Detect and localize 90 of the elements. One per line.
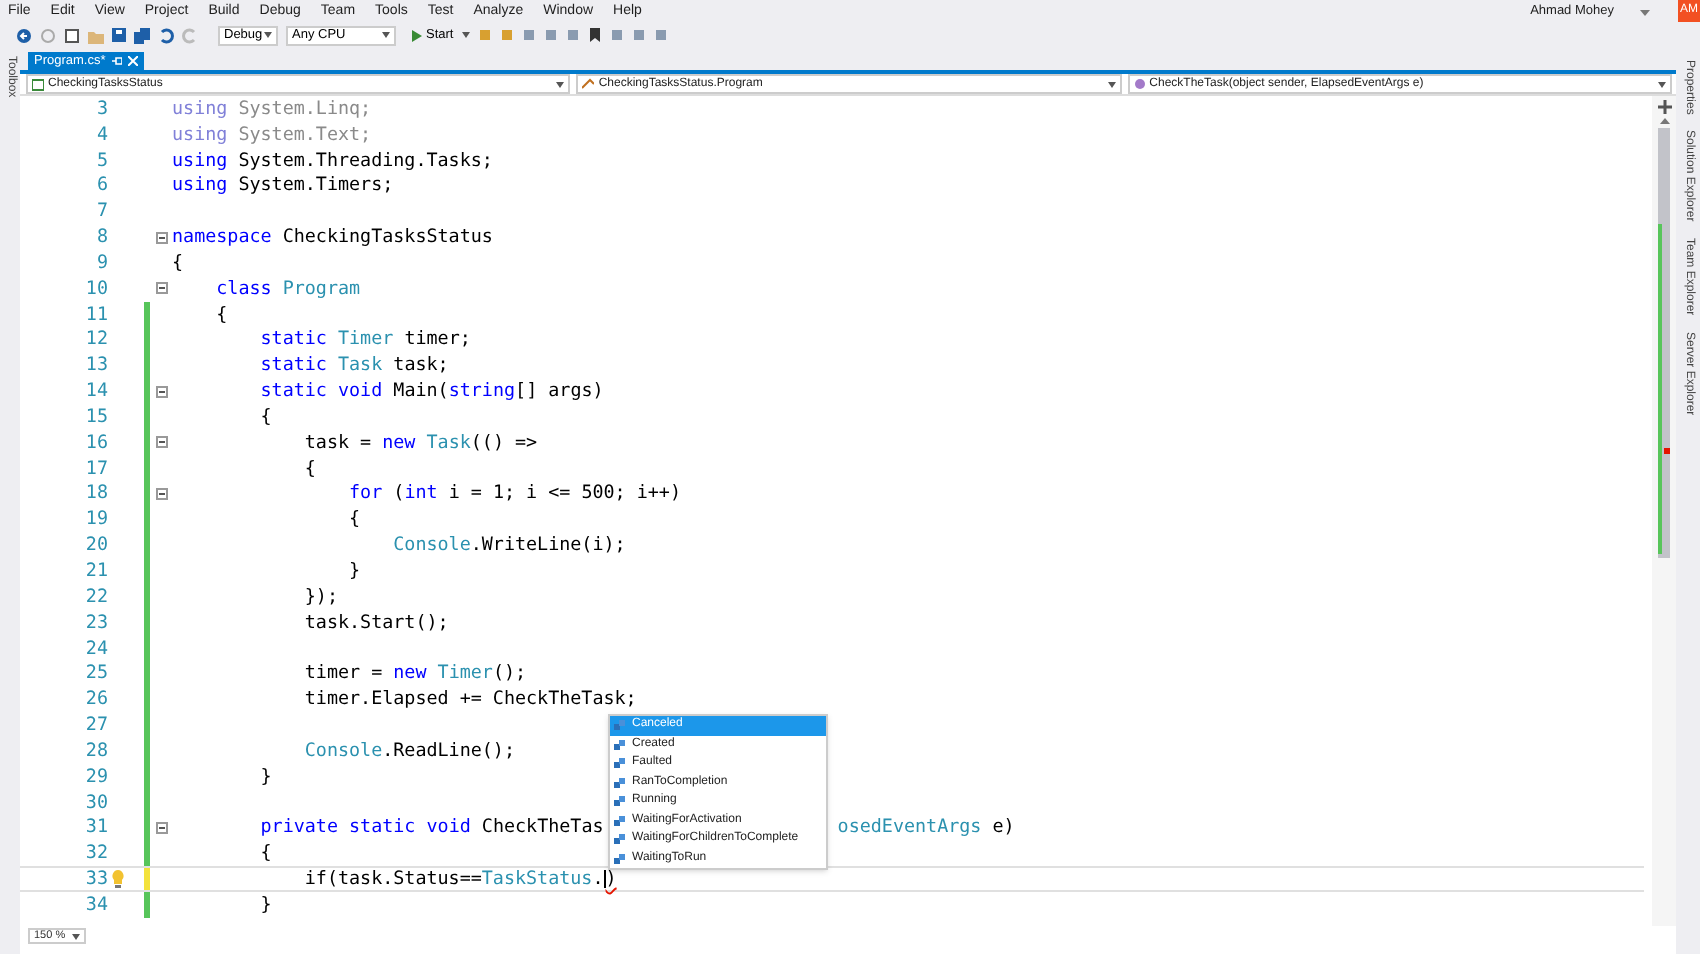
error-marker: [1664, 448, 1670, 454]
line-number: 33: [85, 870, 108, 889]
line-number: 8: [96, 228, 108, 247]
line-number: 6: [96, 176, 108, 196]
scrollbar-thumb[interactable]: [1658, 128, 1670, 558]
code-line: timer = new Timer();: [302, 664, 527, 684]
caret-icon[interactable]: [461, 32, 470, 38]
undo-icon[interactable]: [158, 27, 174, 43]
line-number: 3: [96, 99, 108, 119]
line-number: 14: [85, 382, 108, 401]
code-line: namespace CheckingTasksStatus: [172, 228, 493, 247]
line-number: 15: [85, 407, 108, 427]
line-number: 30: [85, 793, 108, 812]
code-line: }: [258, 767, 272, 786]
line-number: 18: [85, 484, 108, 504]
caret-icon: [382, 32, 390, 38]
line-number: 24: [85, 639, 108, 658]
caret-icon[interactable]: [1640, 7, 1650, 15]
save-all-icon[interactable]: [134, 27, 150, 43]
line-number: 22: [85, 587, 108, 607]
caret-icon: [1107, 81, 1116, 87]
collapse-icon[interactable]: [155, 282, 167, 295]
collapse-icon[interactable]: [155, 436, 167, 449]
code-line: static Task task;: [258, 356, 449, 375]
caret-icon: [1657, 81, 1666, 87]
close-icon[interactable]: [127, 56, 138, 66]
collapse-icon[interactable]: [155, 822, 167, 835]
line-number: 7: [96, 202, 108, 221]
collapse-icon[interactable]: [155, 385, 167, 398]
code-line: using System.Linq;: [172, 99, 372, 119]
line-number: 21: [85, 562, 108, 581]
line-number: 34: [85, 895, 108, 915]
lightbulb-icon[interactable]: [112, 870, 124, 889]
line-number: 20: [85, 536, 108, 555]
line-number: 13: [85, 356, 108, 375]
code-line: using System.Text;: [172, 125, 372, 144]
line-number: 10: [85, 279, 108, 298]
code-line: static Timer timer;: [258, 330, 471, 350]
code-line: });: [302, 587, 338, 607]
code-line: static void Main(string[] args): [258, 382, 604, 401]
collapse-icon[interactable]: [155, 231, 167, 244]
scroll-up-icon[interactable]: [1659, 118, 1669, 124]
method-icon: [1133, 77, 1146, 91]
collapse-icon[interactable]: [155, 488, 167, 501]
code-line: }: [258, 895, 272, 915]
line-number: 11: [85, 305, 108, 324]
caret-icon: [556, 81, 565, 87]
line-number: 26: [85, 690, 108, 709]
line-number: 29: [85, 767, 108, 786]
split-icon[interactable]: [1657, 100, 1671, 114]
pin-icon[interactable]: [111, 56, 122, 66]
class-icon: [582, 77, 595, 91]
code-line: timer.Elapsed += CheckTheTask;: [302, 690, 637, 709]
line-number: 19: [85, 510, 108, 530]
code-line: task = new Task(() =>: [302, 433, 538, 452]
line-number: 9: [96, 253, 108, 273]
caret-icon: [71, 933, 80, 939]
line-number: 27: [85, 716, 108, 735]
code-line: }: [347, 562, 361, 581]
code-line: {: [214, 305, 228, 324]
back-icon[interactable]: [16, 27, 32, 43]
code-line: {: [347, 510, 361, 530]
code-line: using System.Threading.Tasks;: [172, 151, 493, 170]
line-number: 31: [85, 818, 108, 838]
bookmark-icon[interactable]: [587, 28, 602, 42]
save-icon[interactable]: [112, 28, 126, 42]
line-number: 28: [85, 741, 108, 761]
code-line: osedEventArgs e): [837, 818, 1015, 838]
code-line: class Program: [214, 279, 361, 298]
line-number: 12: [85, 330, 108, 350]
code-line: Console.ReadLine();: [302, 741, 515, 761]
line-number: 25: [85, 664, 108, 684]
code-line: {: [172, 253, 184, 273]
code-line: task.Start();: [302, 613, 449, 632]
code-line: {: [258, 407, 272, 427]
line-number: 23: [85, 613, 108, 632]
code-line: using System.Timers;: [172, 176, 394, 196]
code-line: Console.WriteLine(i);: [391, 536, 626, 555]
code-line: private static void CheckTheTas: [258, 818, 604, 838]
line-number: 5: [96, 151, 108, 170]
code-line: {: [302, 459, 316, 478]
line-number: 17: [85, 459, 108, 478]
line-number: 4: [96, 125, 108, 144]
line-number: 16: [85, 433, 108, 452]
play-icon: [412, 29, 422, 41]
caret-icon: [264, 32, 272, 38]
project-icon: [32, 77, 44, 91]
code-line: {: [258, 844, 272, 863]
code-line: for (int i = 1; i <= 500; i++): [347, 484, 681, 504]
line-number: 32: [85, 844, 108, 863]
